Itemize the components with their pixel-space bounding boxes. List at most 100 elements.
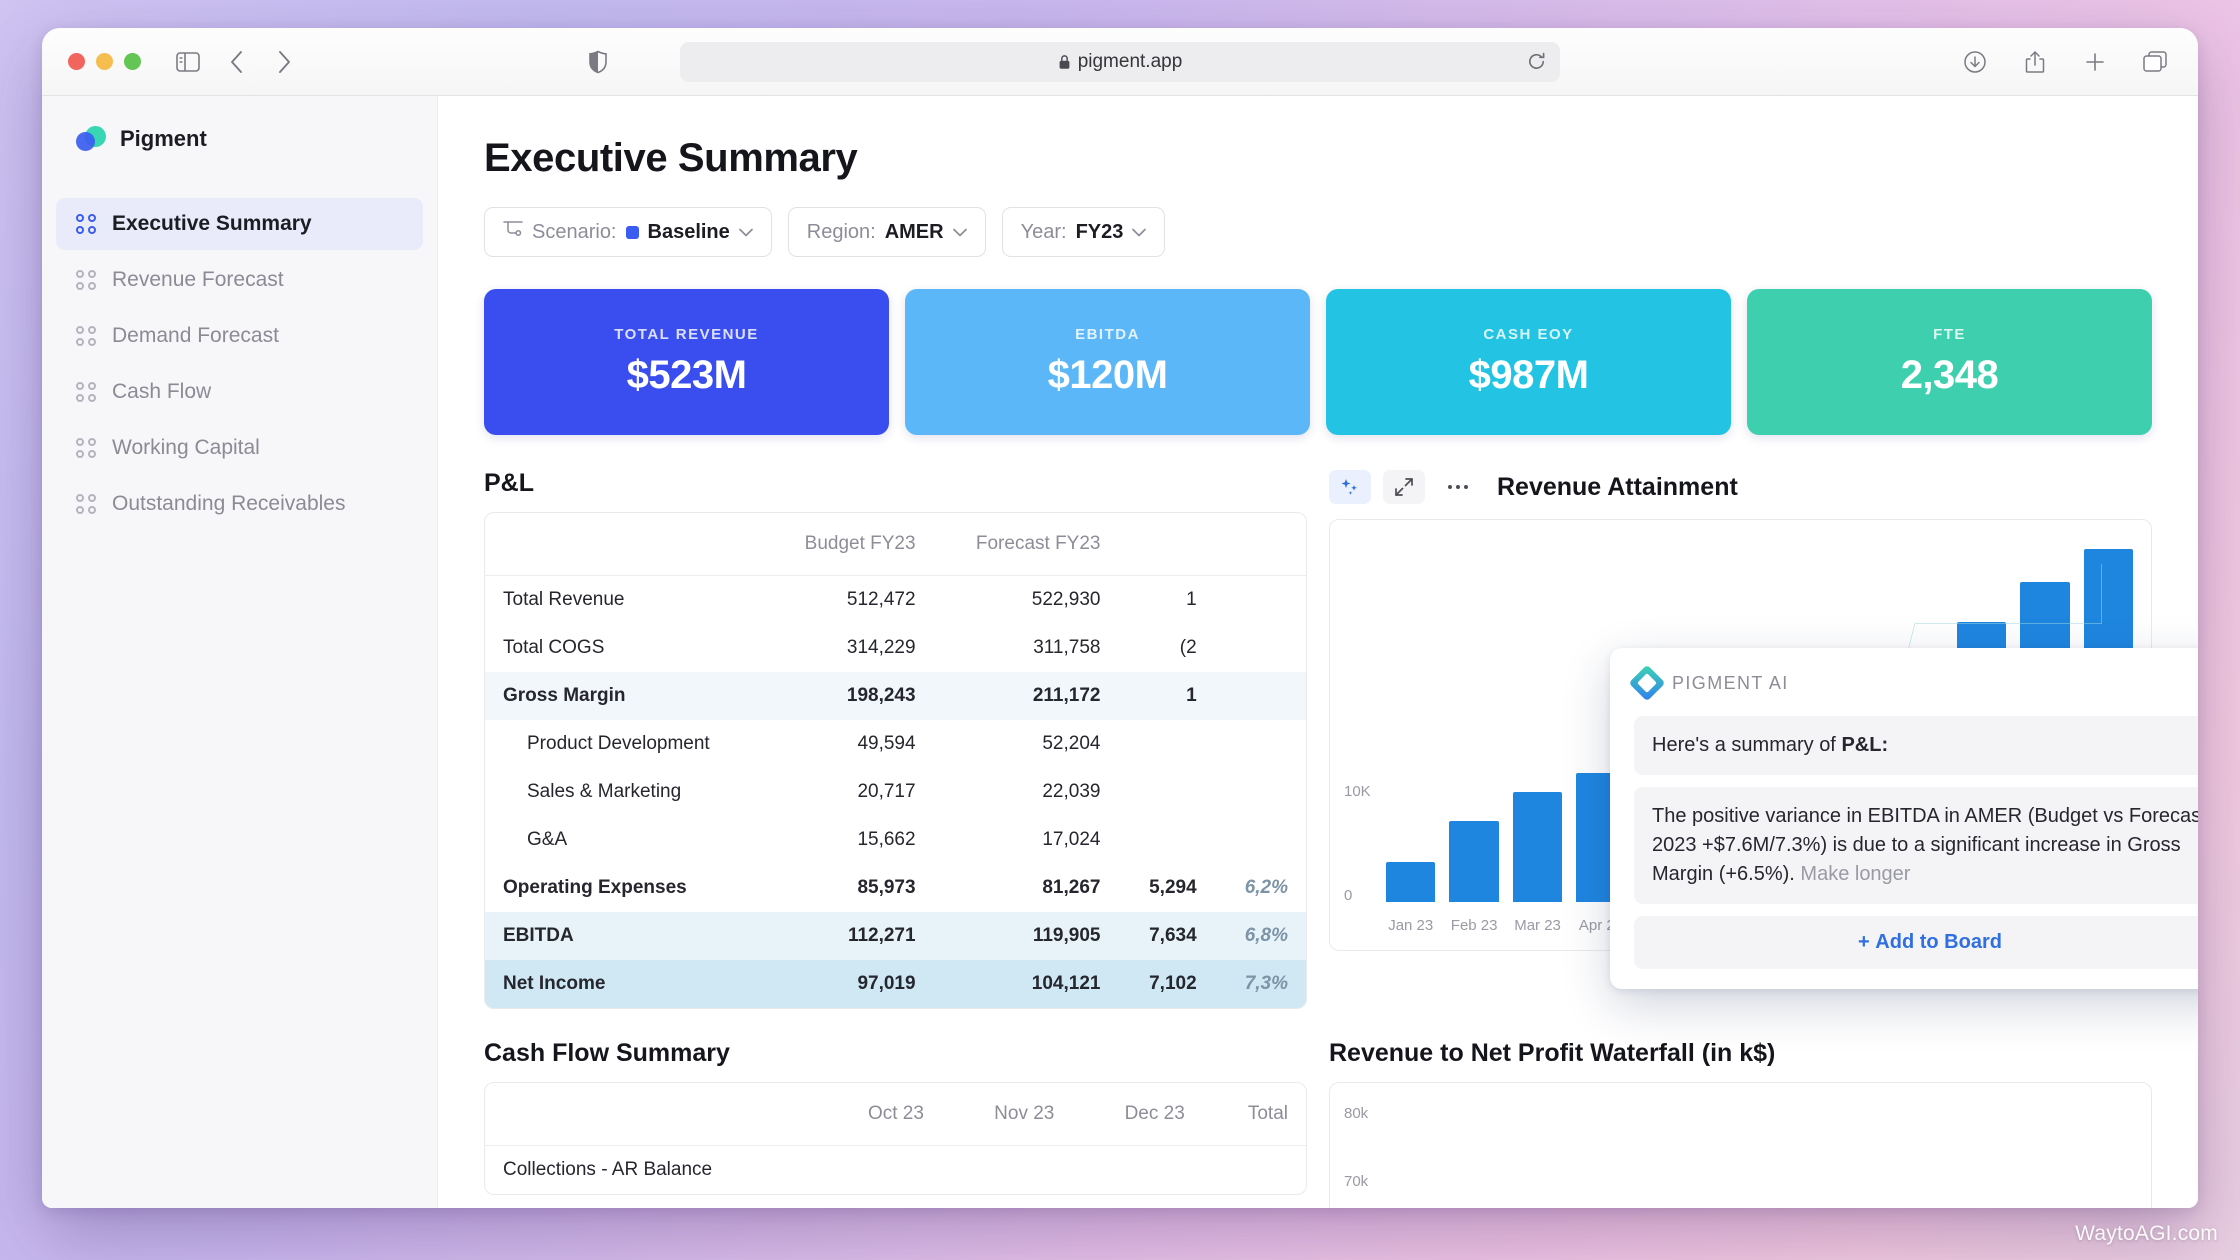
bar-column bbox=[1386, 534, 1436, 902]
window-controls bbox=[68, 53, 141, 70]
brand-logo[interactable]: Pigment bbox=[42, 126, 437, 152]
sidebar-item-label: Revenue Forecast bbox=[112, 268, 284, 291]
kpi-card-total-revenue[interactable]: TOTAL REVENUE $523M bbox=[484, 289, 889, 435]
scenario-filter-label: Scenario: bbox=[532, 220, 617, 243]
table-row[interactable]: Operating Expenses 85,973 81,267 5,294 6… bbox=[485, 864, 1306, 912]
ai-popup-header: PIGMENT AI bbox=[1628, 664, 2198, 702]
cell-budget: 15,662 bbox=[857, 829, 916, 850]
forward-arrow-icon[interactable] bbox=[267, 45, 301, 79]
ai-prompt-subject: P&L: bbox=[1841, 734, 1889, 756]
kpi-card-fte[interactable]: FTE 2,348 bbox=[1747, 289, 2152, 435]
cell-forecast: 311,758 bbox=[1033, 637, 1101, 658]
ai-make-longer-link[interactable]: Make longer bbox=[1800, 863, 1910, 885]
table-header-row: Oct 23 Nov 23 Dec 23 Total bbox=[485, 1083, 1306, 1146]
sidebar-item-demand-forecast[interactable]: Demand Forecast bbox=[56, 310, 423, 362]
table-row[interactable]: G&A 15,662 17,024 bbox=[485, 816, 1306, 864]
sidebar-item-cash-flow[interactable]: Cash Flow bbox=[56, 366, 423, 418]
waterfall-card: 80k 70k bbox=[1329, 1082, 2152, 1208]
bar-jan[interactable] bbox=[1386, 861, 1436, 902]
sidebar-item-revenue-forecast[interactable]: Revenue Forecast bbox=[56, 254, 423, 306]
tab-overview-icon[interactable] bbox=[2138, 45, 2172, 79]
table-row[interactable]: EBITDA 112,271 119,905 7,634 6,8% bbox=[485, 912, 1306, 960]
col-header-blank bbox=[485, 513, 765, 576]
share-icon[interactable] bbox=[2018, 45, 2052, 79]
sidebar: Pigment Executive Summary Revenue Foreca… bbox=[42, 96, 438, 1208]
y-tick-0: 0 bbox=[1344, 887, 1353, 904]
sidebar-toggle-icon[interactable] bbox=[171, 45, 205, 79]
col-header-oct: Oct 23 bbox=[817, 1083, 942, 1146]
pigment-ai-popup: PIGMENT AI Here's a summary of P&L: The … bbox=[1610, 648, 2198, 989]
sidebar-item-executive-summary[interactable]: Executive Summary bbox=[56, 198, 423, 250]
year-filter[interactable]: Year: FY23 bbox=[1001, 207, 1166, 257]
wf-y-tick-80k: 80k bbox=[1344, 1105, 1369, 1122]
more-options-icon[interactable] bbox=[1437, 470, 1479, 504]
add-to-board-button[interactable]: + Add to Board bbox=[1634, 916, 2198, 969]
col-header-blank bbox=[485, 1083, 818, 1146]
plus-icon[interactable] bbox=[2078, 45, 2112, 79]
expand-icon[interactable] bbox=[1383, 470, 1425, 504]
kpi-row: TOTAL REVENUE $523M EBITDA $120M CASH EO… bbox=[484, 289, 2152, 435]
y-tick-10k: 10K bbox=[1344, 783, 1371, 800]
region-filter[interactable]: Region: AMER bbox=[787, 207, 986, 257]
grid-icon bbox=[76, 438, 96, 458]
download-icon[interactable] bbox=[1958, 45, 1992, 79]
kpi-value: $523M bbox=[626, 353, 747, 397]
ai-answer-text: The positive variance in EBITDA in AMER … bbox=[1652, 805, 2198, 885]
cell-variance: 5,294 bbox=[1149, 877, 1197, 898]
col-header-forecast: Forecast FY23 bbox=[933, 513, 1119, 576]
ai-sparkle-icon[interactable] bbox=[1329, 470, 1371, 504]
cell-variance: 7,102 bbox=[1149, 973, 1197, 994]
table-row[interactable]: Collections - AR Balance bbox=[485, 1146, 1306, 1195]
pnl-table-body: Total Revenue 512,472 522,930 1 Total CO… bbox=[485, 576, 1306, 1008]
pigment-logo-icon bbox=[76, 126, 106, 152]
kpi-card-ebitda[interactable]: EBITDA $120M bbox=[905, 289, 1310, 435]
row-label: G&A bbox=[527, 829, 568, 850]
cell-variance: 1 bbox=[1186, 589, 1197, 610]
grid-icon bbox=[76, 214, 96, 234]
privacy-shield-icon[interactable] bbox=[581, 45, 615, 79]
col-header-variance bbox=[1118, 513, 1215, 576]
col-header-dec: Dec 23 bbox=[1072, 1083, 1203, 1146]
filter-bar: Scenario: Baseline Region: AMER Year: FY… bbox=[484, 207, 2152, 257]
waterfall-chart: 80k 70k bbox=[1330, 1083, 2151, 1208]
table-row[interactable]: Total COGS 314,229 311,758 (2 bbox=[485, 624, 1306, 672]
reload-icon[interactable] bbox=[1527, 52, 1546, 71]
cell-nov bbox=[942, 1146, 1072, 1195]
add-to-board-label: Add to Board bbox=[1875, 931, 2002, 953]
table-row[interactable]: Gross Margin 198,243 211,172 1 bbox=[485, 672, 1306, 720]
row-label: Product Development bbox=[527, 733, 710, 754]
cell-variance-pct bbox=[1215, 576, 1306, 625]
revenue-attainment-title: Revenue Attainment bbox=[1497, 472, 1738, 501]
minimize-window-button[interactable] bbox=[96, 53, 113, 70]
table-row[interactable]: Product Development 49,594 52,204 bbox=[485, 720, 1306, 768]
year-filter-label: Year: bbox=[1020, 220, 1067, 243]
scenario-filter[interactable]: Scenario: Baseline bbox=[484, 207, 772, 257]
sidebar-item-working-capital[interactable]: Working Capital bbox=[56, 422, 423, 474]
chevron-down-icon bbox=[738, 228, 753, 237]
cell-forecast: 211,172 bbox=[1032, 685, 1101, 706]
pnl-panel: P&L Budget FY23 Forecast FY23 Total Reve… bbox=[484, 469, 1307, 1009]
dashboard-row-2: Cash Flow Summary Oct 23 Nov 23 Dec 23 T… bbox=[484, 1039, 2152, 1208]
table-row[interactable]: Sales & Marketing 20,717 22,039 bbox=[485, 768, 1306, 816]
sidebar-item-outstanding-receivables[interactable]: Outstanding Receivables bbox=[56, 478, 423, 530]
table-row[interactable]: Total Revenue 512,472 522,930 1 bbox=[485, 576, 1306, 625]
cell-variance-pct bbox=[1215, 720, 1306, 768]
app-body: Pigment Executive Summary Revenue Foreca… bbox=[42, 96, 2198, 1208]
kpi-card-cash-eoy[interactable]: CASH EOY $987M bbox=[1326, 289, 1731, 435]
row-label: Total Revenue bbox=[503, 589, 625, 610]
cell-variance-pct bbox=[1215, 768, 1306, 816]
back-arrow-icon[interactable] bbox=[219, 45, 253, 79]
kpi-label: EBITDA bbox=[1075, 326, 1140, 343]
bar-mar[interactable] bbox=[1512, 791, 1563, 902]
close-window-button[interactable] bbox=[68, 53, 85, 70]
browser-actions bbox=[1958, 45, 2172, 79]
address-bar[interactable]: pigment.app bbox=[680, 41, 1560, 82]
bar-feb[interactable] bbox=[1449, 821, 1499, 902]
ai-answer-bubble: The positive variance in EBITDA in AMER … bbox=[1634, 787, 2198, 904]
chevron-down-icon bbox=[1132, 228, 1147, 237]
table-row[interactable]: Net Income 97,019 104,121 7,102 7,3% bbox=[485, 960, 1306, 1008]
cell-variance: 1 bbox=[1186, 685, 1197, 706]
maximize-window-button[interactable] bbox=[124, 53, 141, 70]
sidebar-item-label: Working Capital bbox=[112, 436, 260, 459]
cell-forecast: 81,267 bbox=[1042, 877, 1101, 898]
